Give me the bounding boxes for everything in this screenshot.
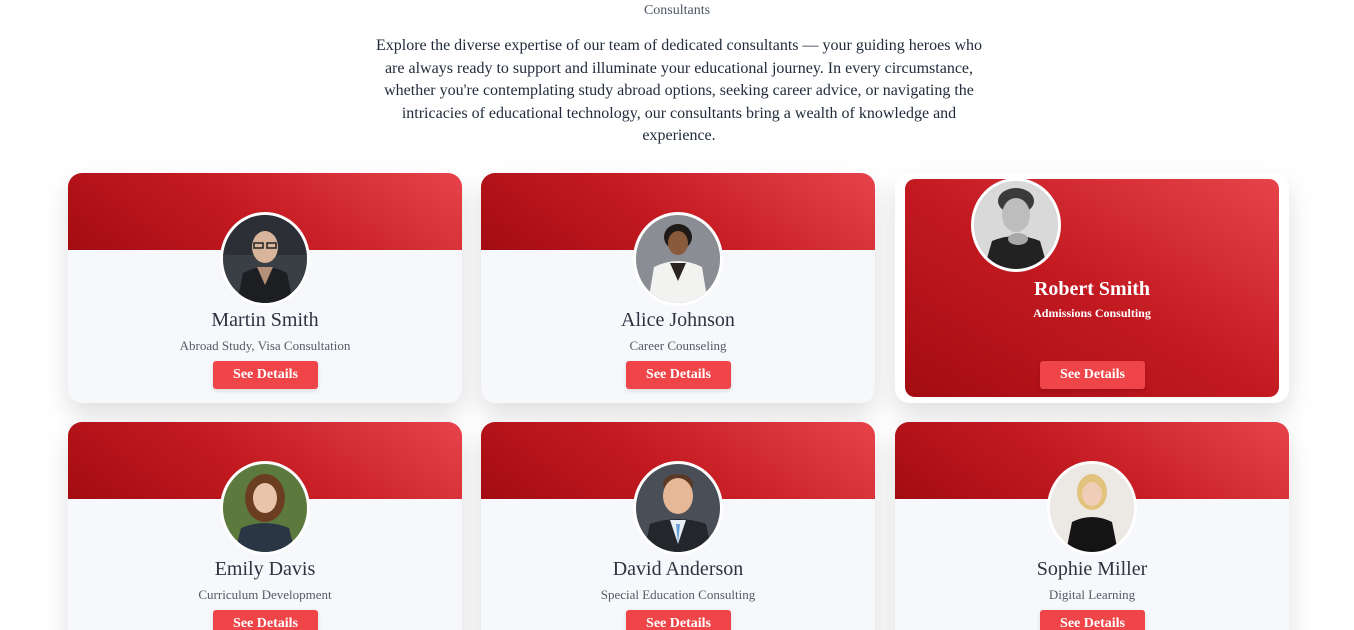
man-glasses-photo-icon [223, 215, 307, 303]
section-label: Consultants [643, 3, 711, 18]
consultant-card-sophie-miller[interactable]: Sophie Miller Digital Learning See Detai… [895, 422, 1289, 630]
see-details-button[interactable]: See Details [213, 361, 318, 389]
avatar [1047, 461, 1137, 555]
consultant-name: Martin Smith [211, 309, 319, 331]
consultant-card-robert-smith[interactable]: Robert Smith Admissions Consulting See D… [895, 173, 1289, 403]
avatar [220, 212, 310, 306]
man-suit-photo-icon [636, 464, 720, 552]
consultant-card-emily-davis[interactable]: Emily Davis Curriculum Development See D… [68, 422, 462, 630]
avatar [971, 178, 1061, 272]
see-details-button[interactable]: See Details [1040, 361, 1145, 389]
consultant-role: Digital Learning [1048, 587, 1136, 602]
consultant-card-martin-smith[interactable]: Martin Smith Abroad Study, Visa Consulta… [68, 173, 462, 403]
woman-blonde-photo-icon [1050, 464, 1134, 552]
see-details-button[interactable]: See Details [626, 610, 731, 630]
consultant-role: Curriculum Development [198, 587, 332, 602]
consultant-name: David Anderson [612, 558, 744, 580]
section-intro: Explore the diverse expertise of our tea… [375, 37, 983, 144]
woman-white-blazer-photo-icon [636, 215, 720, 303]
consultant-name: Robert Smith [1033, 278, 1151, 300]
consultant-name: Sophie Miller [1036, 558, 1148, 580]
see-details-button[interactable]: See Details [626, 361, 731, 389]
consultant-role: Admissions Consulting [1033, 306, 1151, 320]
consultant-card-alice-johnson[interactable]: Alice Johnson Career Counseling See Deta… [481, 173, 875, 403]
consultant-role: Abroad Study, Visa Consultation [179, 338, 351, 353]
man-bw-photo-icon [974, 181, 1058, 269]
consultant-role: Special Education Consulting [600, 587, 756, 602]
avatar [633, 212, 723, 306]
consultant-name: Emily Davis [214, 558, 316, 580]
avatar [633, 461, 723, 555]
avatar [220, 461, 310, 555]
woman-outdoor-photo-icon [223, 464, 307, 552]
see-details-button[interactable]: See Details [1040, 610, 1145, 630]
consultant-card-david-anderson[interactable]: David Anderson Special Education Consult… [481, 422, 875, 630]
see-details-button[interactable]: See Details [213, 610, 318, 630]
consultants-page: Consultants Explore the diverse expertis… [0, 0, 1354, 630]
consultant-role: Career Counseling [629, 338, 727, 353]
consultant-name: Alice Johnson [621, 309, 735, 331]
